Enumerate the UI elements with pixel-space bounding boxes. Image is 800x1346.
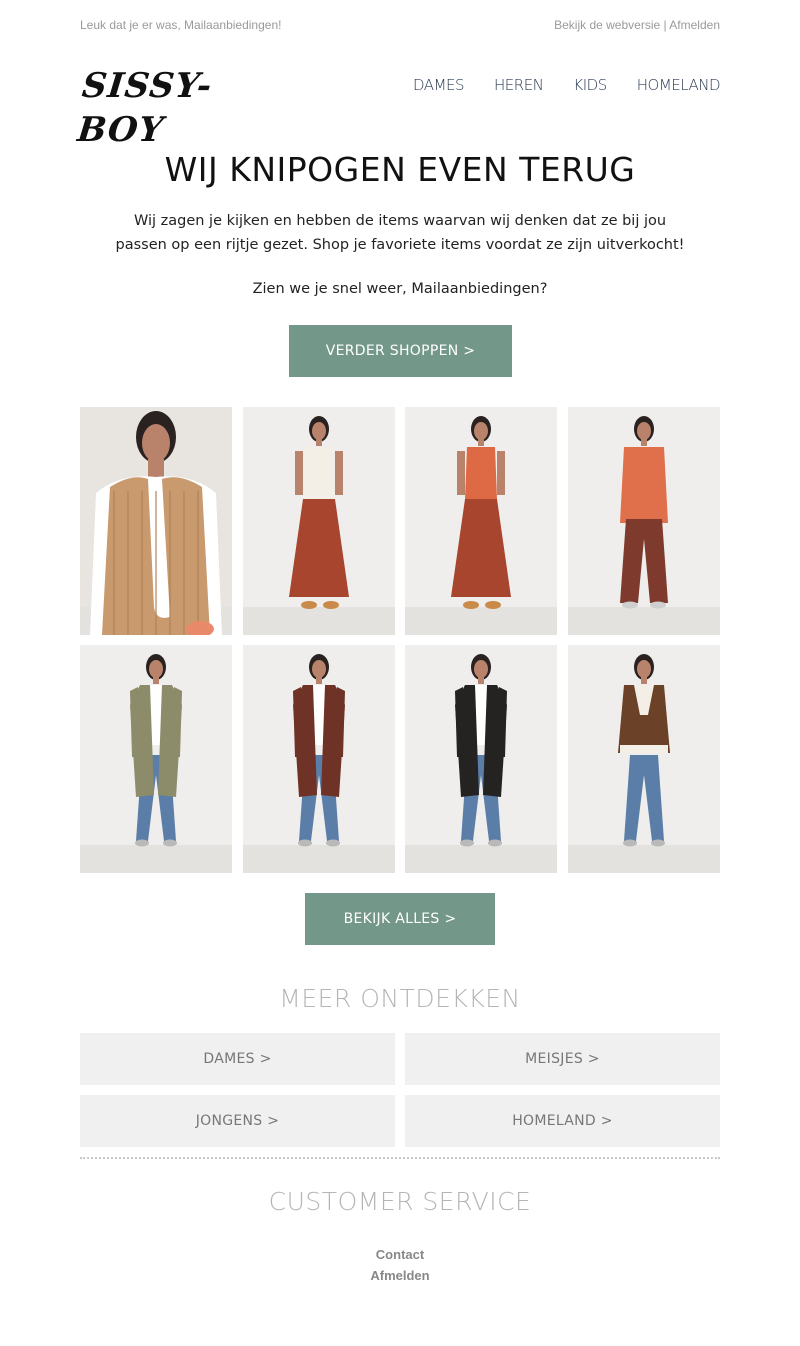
arm-right	[335, 451, 343, 495]
model-face	[637, 422, 651, 440]
section-divider	[80, 1157, 720, 1159]
photo-floor	[80, 845, 232, 873]
model-neck	[478, 438, 484, 446]
preheader-separator: |	[660, 18, 670, 32]
model-face	[312, 660, 326, 678]
product-photo	[80, 645, 232, 873]
category-homeland-button[interactable]: HOMELAND >	[405, 1095, 720, 1147]
customer-service-title: CUSTOMER SERVICE	[268, 1187, 532, 1216]
shoe-right	[488, 839, 502, 847]
model-neck	[148, 459, 164, 477]
preheader-greeting: Leuk dat je er was, Mailaanbiedingen!	[80, 18, 282, 32]
model-neck	[316, 676, 322, 684]
unsubscribe-link-top[interactable]: Afmelden	[669, 18, 720, 32]
model-neck	[641, 438, 647, 446]
arm-left	[295, 451, 303, 495]
product-tile[interactable]	[243, 407, 395, 635]
preheader: Leuk dat je er was, Mailaanbiedingen! Be…	[80, 18, 720, 34]
brand-logo[interactable]: SISSY-BOY	[76, 64, 260, 150]
model-face	[149, 660, 163, 678]
contact-link[interactable]: Contact	[0, 1247, 800, 1262]
top	[303, 447, 335, 499]
product-tile[interactable]	[568, 645, 720, 873]
shoe-right	[651, 839, 665, 847]
product-photo	[568, 407, 720, 635]
hero-greeting: Zien we je snel weer, Mailaanbiedingen?	[252, 281, 548, 297]
arm-left	[457, 451, 465, 495]
photo-floor	[568, 607, 720, 635]
product-tile[interactable]	[405, 407, 557, 635]
product-photo	[243, 407, 395, 635]
model-face	[142, 424, 170, 462]
shoe-right	[326, 839, 340, 847]
product-tile[interactable]	[405, 645, 557, 873]
brand-logo-text: SISSY-BOY	[75, 66, 215, 150]
photo-floor	[243, 845, 395, 873]
hero-title: WIJ KNIPOGEN EVEN TERUG	[164, 150, 636, 189]
model-face	[312, 422, 326, 440]
model-face	[637, 660, 651, 678]
model-neck	[316, 438, 322, 446]
sandal-left	[301, 601, 317, 609]
model-face	[474, 660, 488, 678]
product-photo	[243, 645, 395, 873]
arm-right	[497, 451, 505, 495]
nav-item-homeland[interactable]: HOMELAND	[637, 76, 721, 96]
model-neck	[478, 676, 484, 684]
top	[465, 447, 497, 499]
model-neck	[153, 676, 159, 684]
sandal-left	[463, 601, 479, 609]
product-photo	[405, 407, 557, 635]
shoe-left	[460, 839, 474, 847]
sandal-right	[485, 601, 501, 609]
model-face	[474, 422, 488, 440]
unsubscribe-link-footer[interactable]: Afmelden	[0, 1268, 800, 1283]
discover-title: MEER ONTDEKKEN	[279, 984, 521, 1013]
photo-floor	[568, 845, 720, 873]
shoe-left	[623, 839, 637, 847]
continue-shopping-button[interactable]: VERDER SHOPPEN >	[289, 325, 512, 377]
shoe-left	[298, 839, 312, 847]
category-dames-button[interactable]: DAMES >	[80, 1033, 395, 1085]
product-tile[interactable]	[243, 645, 395, 873]
category-jongens-button[interactable]: JONGENS >	[80, 1095, 395, 1147]
product-photo	[80, 407, 232, 635]
shoe-right	[650, 601, 666, 609]
nav-item-kids[interactable]: KIDS	[573, 76, 607, 96]
nav-item-dames[interactable]: DAMES	[413, 76, 465, 96]
photo-floor	[243, 607, 395, 635]
product-tile[interactable]	[80, 645, 232, 873]
shoe-right	[163, 839, 177, 847]
product-photo	[568, 645, 720, 873]
photo-floor	[405, 845, 557, 873]
shoe-left	[135, 839, 149, 847]
shoe-left	[622, 601, 638, 609]
main-nav: DAMES HEREN KIDS HOMELAND	[413, 76, 720, 96]
nav-item-heren[interactable]: HEREN	[494, 76, 544, 96]
sandal-right	[323, 601, 339, 609]
photo-floor	[405, 607, 557, 635]
product-tile[interactable]	[80, 407, 232, 635]
shirt	[620, 447, 668, 523]
hero-intro: Wij zagen je kijken en hebben de items w…	[115, 213, 685, 253]
product-photo	[405, 645, 557, 873]
model-neck	[641, 676, 647, 684]
view-all-button[interactable]: BEKIJK ALLES >	[305, 893, 495, 945]
shearling-hem	[620, 745, 668, 753]
category-meisjes-button[interactable]: MEISJES >	[405, 1033, 720, 1085]
preheader-links: Bekijk de webversie | Afmelden	[554, 18, 720, 32]
webversion-link[interactable]: Bekijk de webversie	[554, 18, 660, 32]
product-tile[interactable]	[568, 407, 720, 635]
